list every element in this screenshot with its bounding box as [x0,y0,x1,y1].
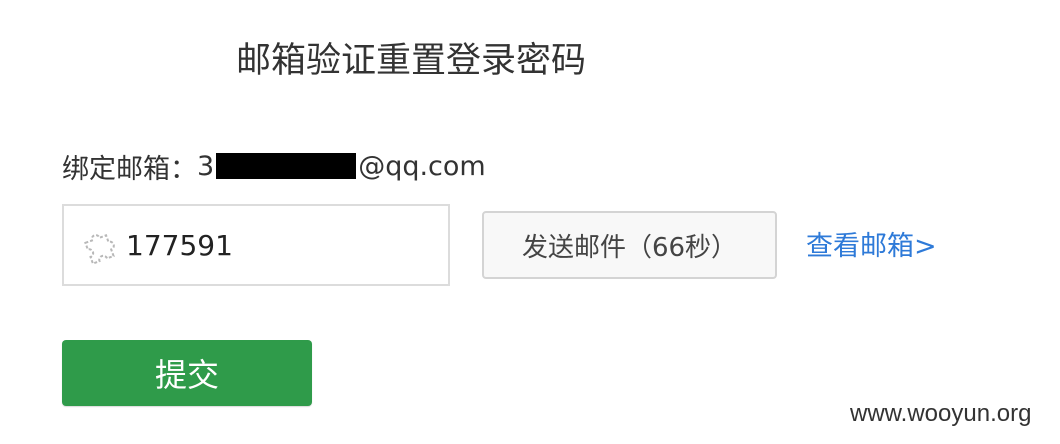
bound-email-label: 绑定邮箱： [62,153,197,185]
page-title: 邮箱验证重置登录密码 [236,41,587,81]
view-mailbox-link[interactable]: 查看邮箱> [806,228,937,266]
verification-code-input[interactable] [126,215,426,275]
bound-email-row: 绑定邮箱： 3 @qq.com [62,146,486,186]
verification-code-field[interactable] [62,204,450,286]
bound-email-prefix: 3 [197,150,215,182]
email-redaction-bar [216,153,357,179]
submit-button[interactable]: 提交 [62,340,312,406]
send-email-button[interactable]: 发送邮件（66秒） [482,211,777,279]
watermark: www.wooyun.org [850,400,1032,427]
bound-email-domain: @qq.com [358,150,486,182]
puzzle-icon [80,225,120,265]
